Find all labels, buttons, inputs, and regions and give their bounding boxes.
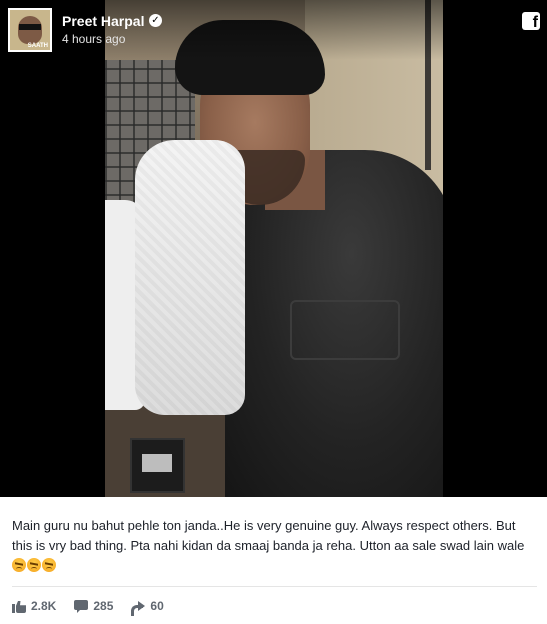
post-caption: Main guru nu bahut pehle ton janda..He i… [12,516,537,576]
share-arrow-icon [131,599,146,616]
avatar[interactable]: SAATH [8,8,52,52]
avatar-face [18,16,42,44]
likes-count: 2.8K [31,599,57,613]
box-label [142,454,172,472]
divider [12,586,537,587]
author-name[interactable]: Preet Harpal [62,13,144,29]
facebook-video-post: SAATH Preet Harpal ✓ 4 hours ago f Main … [0,0,547,624]
angry-face-icon [42,558,56,572]
angry-face-icon [12,558,26,572]
comments-count-button[interactable]: 285 [74,599,113,613]
angry-face-icon [27,558,41,572]
post-header: SAATH Preet Harpal ✓ 4 hours ago f [0,0,547,60]
shares-count: 60 [150,599,164,613]
white-towel [135,140,245,415]
avatar-glasses [19,24,41,30]
thumbs-up-icon [12,599,26,613]
verified-check-icon: ✓ [149,14,162,27]
caption-text: Main guru nu bahut pehle ton janda..He i… [12,518,525,553]
engagement-bar: 2.8K 285 60 [12,597,182,616]
video-player[interactable]: SAATH Preet Harpal ✓ 4 hours ago f [0,0,547,497]
shares-count-button[interactable]: 60 [131,599,164,616]
video-frame [105,0,443,497]
comment-icon [74,599,89,613]
background-speaker-box [130,438,185,493]
likes-count-button[interactable]: 2.8K [12,599,56,613]
facebook-icon[interactable]: f [522,12,540,30]
jacket-pocket [290,300,400,360]
comments-count: 285 [93,599,114,613]
avatar-text: SAATH [27,43,48,49]
post-timestamp[interactable]: 4 hours ago [62,32,125,46]
